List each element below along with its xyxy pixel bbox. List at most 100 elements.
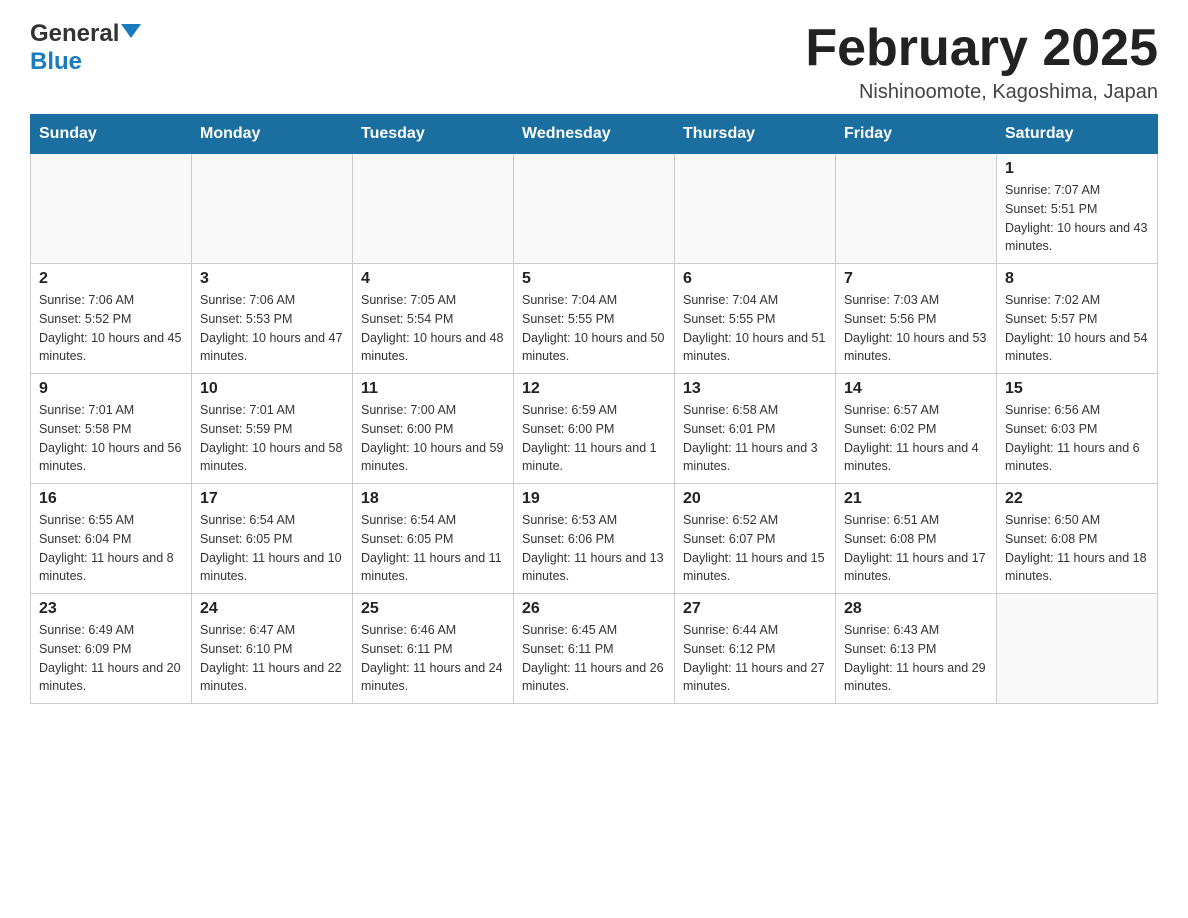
logo-general-text: General: [30, 20, 119, 48]
calendar-day-cell: 7Sunrise: 7:03 AMSunset: 5:56 PMDaylight…: [836, 264, 997, 374]
page-header: General Blue February 2025 Nishinoomote,…: [30, 20, 1158, 104]
logo-triangle-icon: [121, 24, 141, 38]
calendar-week-row: 1 Sunrise: 7:07 AMSunset: 5:51 PMDaylight…: [31, 154, 1158, 264]
day-info: Sunrise: 6:43 AMSunset: 6:13 PMDaylight:…: [844, 621, 988, 696]
day-info: Sunrise: 7:01 AMSunset: 5:58 PMDaylight:…: [39, 401, 183, 476]
day-info: Sunrise: 6:44 AMSunset: 6:12 PMDaylight:…: [683, 621, 827, 696]
calendar-day-cell: 13 Sunrise: 6:58 AMSunset: 6:01 PMDayligh…: [675, 374, 836, 484]
day-info: Sunrise: 6:58 AMSunset: 6:01 PMDaylight:…: [683, 401, 827, 476]
header-friday: Friday: [836, 115, 997, 154]
day-info: Sunrise: 6:50 AMSunset: 6:08 PMDaylight:…: [1005, 511, 1149, 586]
title-block: February 2025 Nishinoomote, Kagoshima, J…: [805, 20, 1158, 104]
day-info: Sunrise: 6:49 AMSunset: 6:09 PMDaylight:…: [39, 621, 183, 696]
day-number: 24: [200, 600, 344, 618]
day-info: Sunrise: 6:52 AMSunset: 6:07 PMDaylight:…: [683, 511, 827, 586]
calendar-day-cell: 4Sunrise: 7:05 AMSunset: 5:54 PMDaylight…: [353, 264, 514, 374]
calendar-day-cell: [836, 154, 997, 264]
calendar-week-row: 9 Sunrise: 7:01 AMSunset: 5:58 PMDaylight…: [31, 374, 1158, 484]
calendar-day-cell: 17 Sunrise: 6:54 AMSunset: 6:05 PMDayligh…: [192, 484, 353, 594]
logo: General Blue: [30, 20, 141, 76]
day-number: 2: [39, 270, 183, 288]
day-info: Sunrise: 6:54 AMSunset: 6:05 PMDaylight:…: [200, 511, 344, 586]
calendar-day-cell: 19Sunrise: 6:53 AMSunset: 6:06 PMDayligh…: [514, 484, 675, 594]
calendar-day-cell: [997, 594, 1158, 704]
calendar-day-cell: 5 Sunrise: 7:04 AMSunset: 5:55 PMDaylight…: [514, 264, 675, 374]
day-number: 21: [844, 490, 988, 508]
day-number: 14: [844, 380, 988, 398]
calendar-day-cell: 28 Sunrise: 6:43 AMSunset: 6:13 PMDayligh…: [836, 594, 997, 704]
day-number: 9: [39, 380, 183, 398]
header-tuesday: Tuesday: [353, 115, 514, 154]
calendar-day-cell: 11 Sunrise: 7:00 AMSunset: 6:00 PMDayligh…: [353, 374, 514, 484]
day-number: 7: [844, 270, 988, 288]
calendar-day-cell: 27 Sunrise: 6:44 AMSunset: 6:12 PMDayligh…: [675, 594, 836, 704]
weekday-header-row: Sunday Monday Tuesday Wednesday Thursday…: [31, 115, 1158, 154]
day-number: 5: [522, 270, 666, 288]
day-number: 27: [683, 600, 827, 618]
day-number: 3: [200, 270, 344, 288]
day-info: Sunrise: 7:06 AMSunset: 5:53 PMDaylight:…: [200, 291, 344, 366]
calendar-day-cell: 15Sunrise: 6:56 AMSunset: 6:03 PMDayligh…: [997, 374, 1158, 484]
day-info: Sunrise: 6:45 AMSunset: 6:11 PMDaylight:…: [522, 621, 666, 696]
header-saturday: Saturday: [997, 115, 1158, 154]
day-number: 17: [200, 490, 344, 508]
day-number: 13: [683, 380, 827, 398]
calendar-day-cell: 20 Sunrise: 6:52 AMSunset: 6:07 PMDayligh…: [675, 484, 836, 594]
calendar-day-cell: 21 Sunrise: 6:51 AMSunset: 6:08 PMDayligh…: [836, 484, 997, 594]
day-info: Sunrise: 7:01 AMSunset: 5:59 PMDaylight:…: [200, 401, 344, 476]
header-thursday: Thursday: [675, 115, 836, 154]
header-wednesday: Wednesday: [514, 115, 675, 154]
day-info: Sunrise: 6:46 AMSunset: 6:11 PMDaylight:…: [361, 621, 505, 696]
calendar-day-cell: 25 Sunrise: 6:46 AMSunset: 6:11 PMDayligh…: [353, 594, 514, 704]
day-number: 28: [844, 600, 988, 618]
day-number: 16: [39, 490, 183, 508]
calendar-week-row: 2Sunrise: 7:06 AMSunset: 5:52 PMDaylight…: [31, 264, 1158, 374]
calendar-day-cell: 3 Sunrise: 7:06 AMSunset: 5:53 PMDaylight…: [192, 264, 353, 374]
day-info: Sunrise: 6:57 AMSunset: 6:02 PMDaylight:…: [844, 401, 988, 476]
calendar-day-cell: 26 Sunrise: 6:45 AMSunset: 6:11 PMDayligh…: [514, 594, 675, 704]
calendar-day-cell: 9 Sunrise: 7:01 AMSunset: 5:58 PMDaylight…: [31, 374, 192, 484]
day-info: Sunrise: 6:54 AMSunset: 6:05 PMDaylight:…: [361, 511, 505, 586]
calendar-day-cell: 10 Sunrise: 7:01 AMSunset: 5:59 PMDayligh…: [192, 374, 353, 484]
calendar-day-cell: 24 Sunrise: 6:47 AMSunset: 6:10 PMDayligh…: [192, 594, 353, 704]
calendar-day-cell: 14 Sunrise: 6:57 AMSunset: 6:02 PMDayligh…: [836, 374, 997, 484]
calendar-day-cell: 2Sunrise: 7:06 AMSunset: 5:52 PMDaylight…: [31, 264, 192, 374]
day-number: 12: [522, 380, 666, 398]
calendar-day-cell: [675, 154, 836, 264]
day-info: Sunrise: 6:47 AMSunset: 6:10 PMDaylight:…: [200, 621, 344, 696]
day-number: 20: [683, 490, 827, 508]
calendar-day-cell: 1 Sunrise: 7:07 AMSunset: 5:51 PMDaylight…: [997, 154, 1158, 264]
logo-blue-text: Blue: [30, 48, 82, 75]
day-info: Sunrise: 7:05 AMSunset: 5:54 PMDaylight:…: [361, 291, 505, 366]
day-number: 6: [683, 270, 827, 288]
day-number: 26: [522, 600, 666, 618]
day-number: 23: [39, 600, 183, 618]
day-info: Sunrise: 7:00 AMSunset: 6:00 PMDaylight:…: [361, 401, 505, 476]
day-info: Sunrise: 6:51 AMSunset: 6:08 PMDaylight:…: [844, 511, 988, 586]
calendar-day-cell: 6Sunrise: 7:04 AMSunset: 5:55 PMDaylight…: [675, 264, 836, 374]
day-number: 11: [361, 380, 505, 398]
day-info: Sunrise: 7:04 AMSunset: 5:55 PMDaylight:…: [522, 291, 666, 366]
day-number: 18: [361, 490, 505, 508]
location: Nishinoomote, Kagoshima, Japan: [805, 81, 1158, 104]
calendar-day-cell: 12 Sunrise: 6:59 AMSunset: 6:00 PMDayligh…: [514, 374, 675, 484]
calendar-day-cell: [353, 154, 514, 264]
day-info: Sunrise: 6:53 AMSunset: 6:06 PMDaylight:…: [522, 511, 666, 586]
day-number: 1: [1005, 160, 1149, 178]
day-number: 25: [361, 600, 505, 618]
day-info: Sunrise: 6:56 AMSunset: 6:03 PMDaylight:…: [1005, 401, 1149, 476]
calendar-day-cell: 23 Sunrise: 6:49 AMSunset: 6:09 PMDayligh…: [31, 594, 192, 704]
calendar-day-cell: 18 Sunrise: 6:54 AMSunset: 6:05 PMDayligh…: [353, 484, 514, 594]
day-info: Sunrise: 7:07 AMSunset: 5:51 PMDaylight:…: [1005, 181, 1149, 256]
calendar-table: Sunday Monday Tuesday Wednesday Thursday…: [30, 114, 1158, 704]
month-title: February 2025: [805, 20, 1158, 77]
calendar-day-cell: [192, 154, 353, 264]
day-info: Sunrise: 6:59 AMSunset: 6:00 PMDaylight:…: [522, 401, 666, 476]
day-number: 22: [1005, 490, 1149, 508]
calendar-day-cell: 22 Sunrise: 6:50 AMSunset: 6:08 PMDayligh…: [997, 484, 1158, 594]
day-info: Sunrise: 7:02 AMSunset: 5:57 PMDaylight:…: [1005, 291, 1149, 366]
calendar-day-cell: 16 Sunrise: 6:55 AMSunset: 6:04 PMDayligh…: [31, 484, 192, 594]
calendar-week-row: 16 Sunrise: 6:55 AMSunset: 6:04 PMDayligh…: [31, 484, 1158, 594]
day-info: Sunrise: 6:55 AMSunset: 6:04 PMDaylight:…: [39, 511, 183, 586]
day-number: 10: [200, 380, 344, 398]
